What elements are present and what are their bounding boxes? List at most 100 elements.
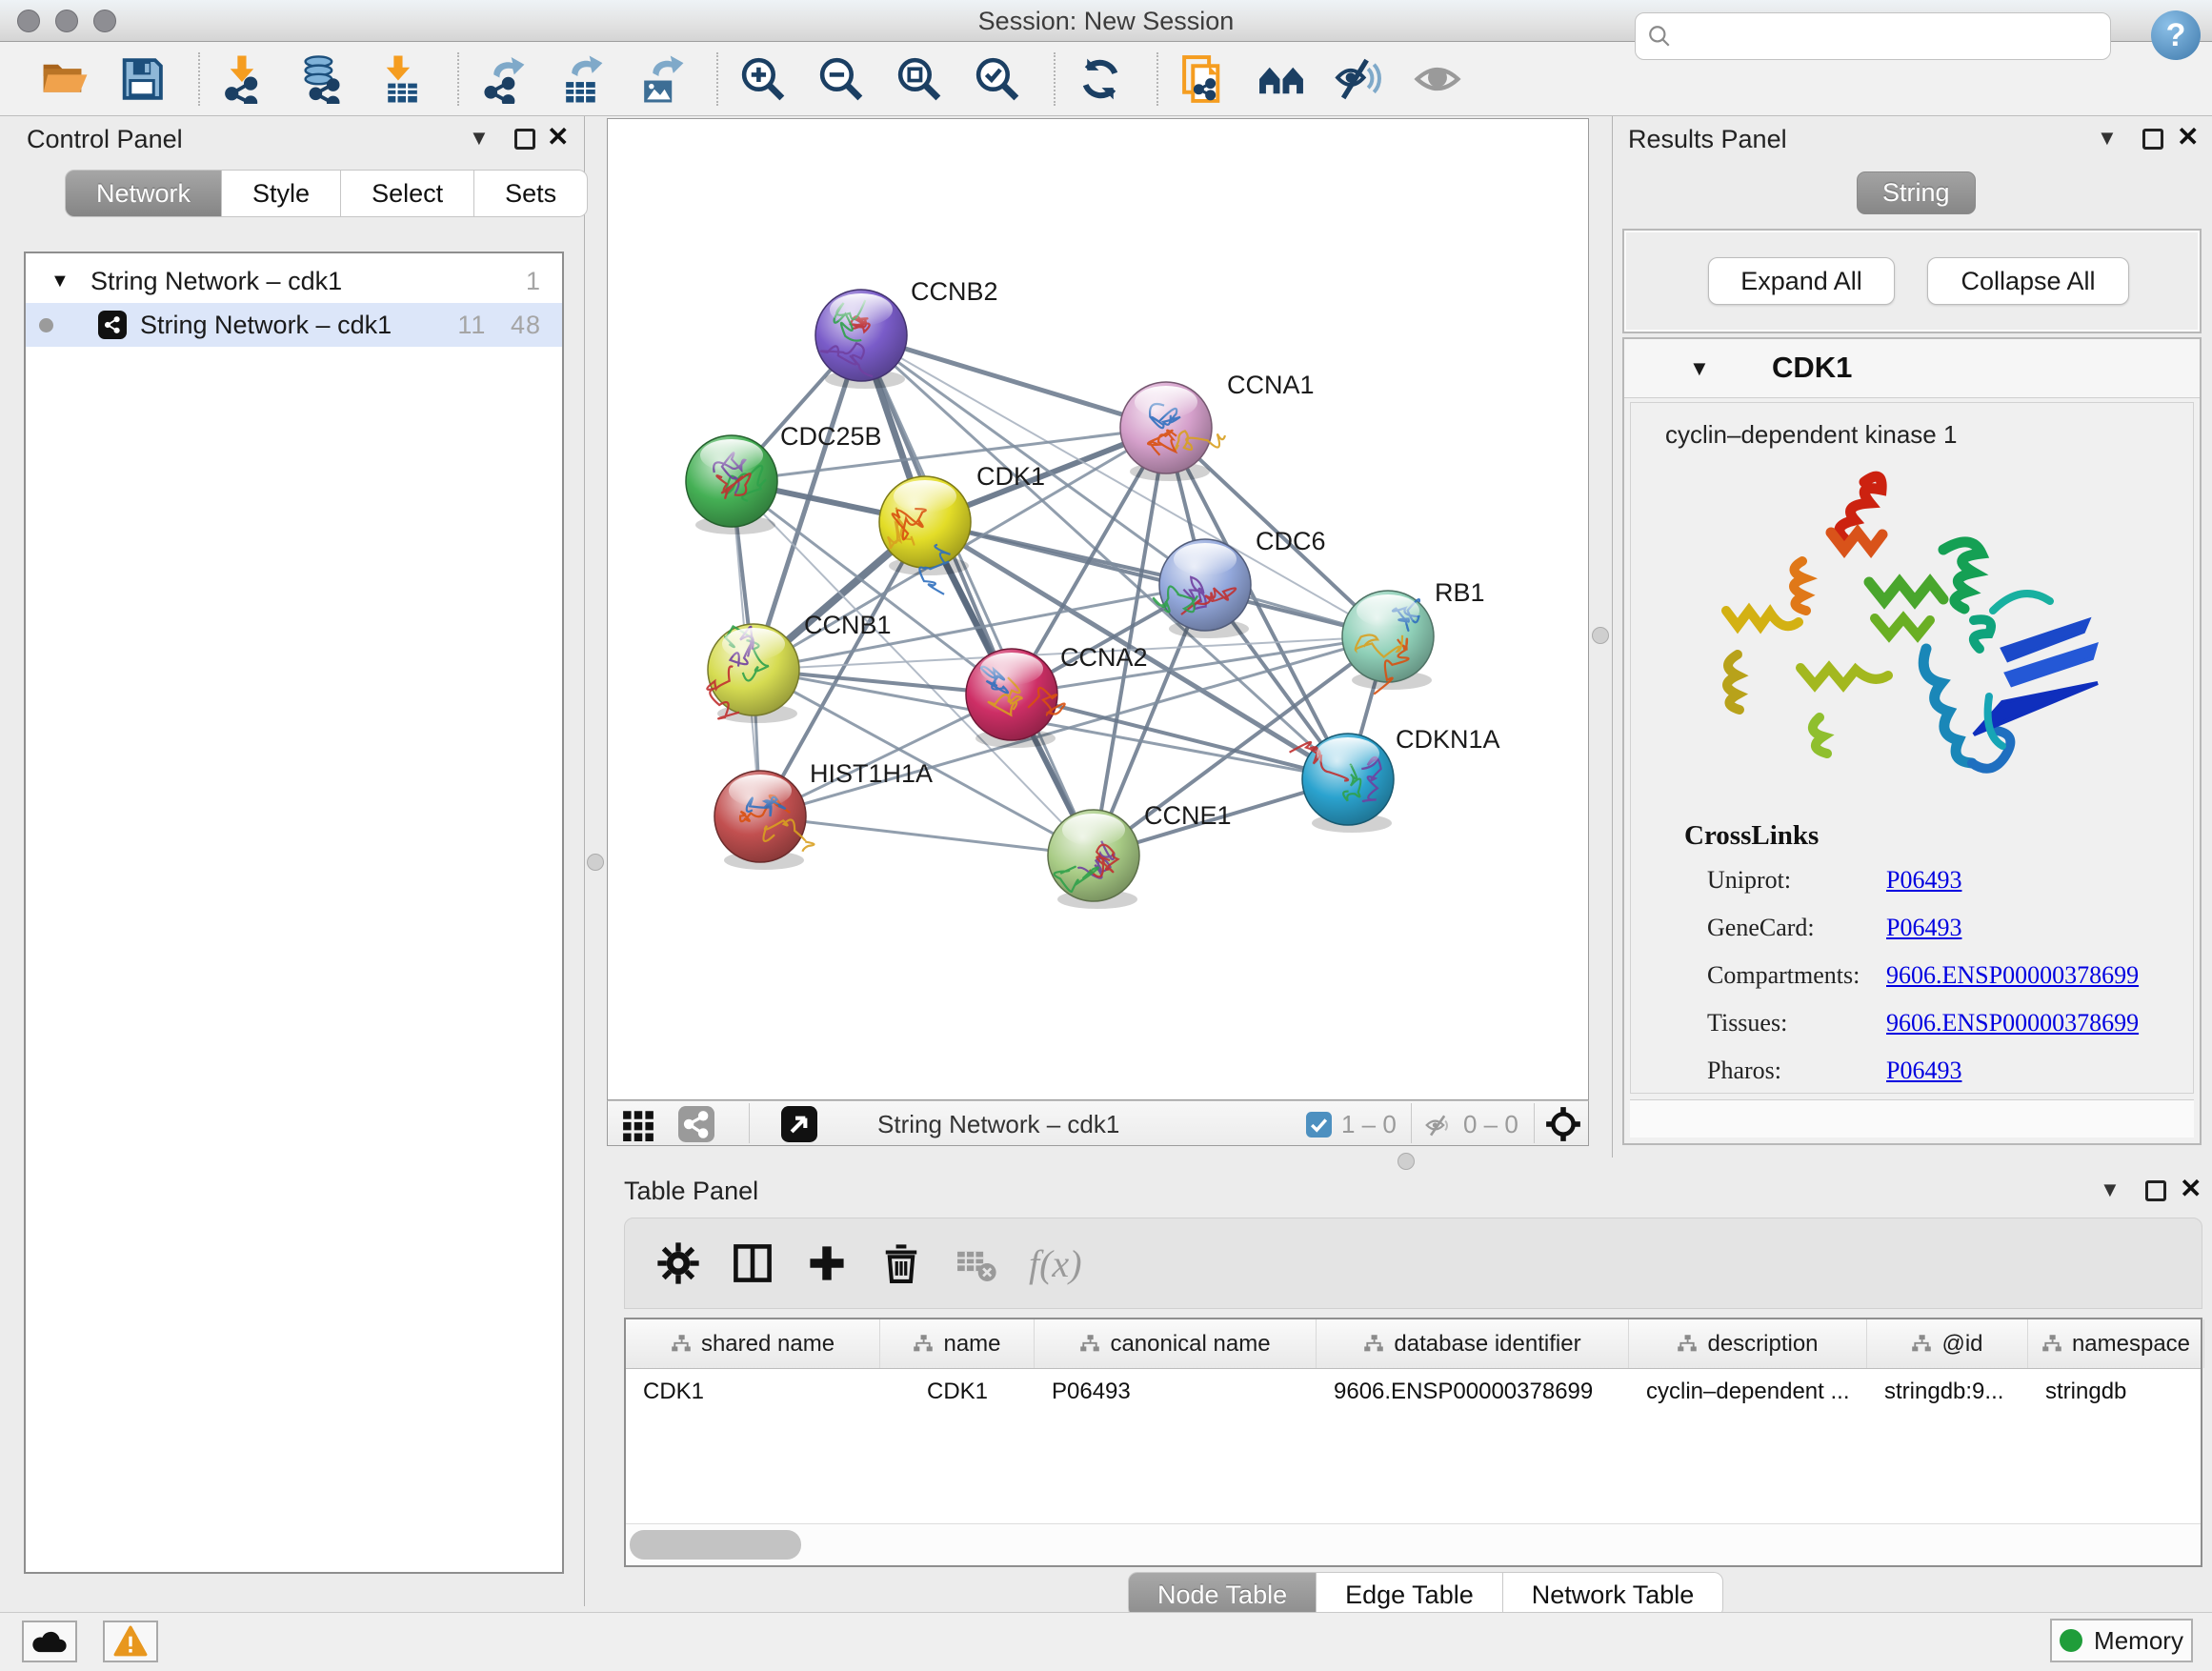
panel-collapse-icon[interactable]: ▼	[2100, 1178, 2121, 1202]
save-session-icon[interactable]	[114, 51, 170, 107]
refresh-icon[interactable]	[1073, 51, 1128, 107]
splitter-handle[interactable]	[1398, 1153, 1415, 1170]
table-cell[interactable]: cyclin–dependent ...	[1629, 1369, 1867, 1417]
node-label-CDK1: CDK1	[976, 462, 1045, 491]
memory-button[interactable]: Memory	[2050, 1619, 2193, 1662]
panel-float-icon[interactable]	[2145, 1180, 2166, 1201]
crosslink-link[interactable]: 9606.ENSP00000378699	[1886, 961, 2139, 990]
grid-view-icon[interactable]	[621, 1107, 655, 1146]
splitter-handle[interactable]	[1592, 627, 1609, 644]
network-node-HIST1H1A[interactable]: HIST1H1A	[714, 759, 933, 870]
table-horizontal-scrollbar[interactable]	[626, 1523, 2201, 1565]
panel-float-icon[interactable]	[2142, 129, 2163, 150]
section-expander-icon[interactable]: ▼	[1689, 356, 1710, 381]
string-view-icon[interactable]	[678, 1106, 714, 1147]
crosslink-link[interactable]: P06493	[1886, 1057, 1961, 1085]
table-cell[interactable]: 9606.ENSP00000378699	[1317, 1369, 1629, 1417]
panel-close-icon[interactable]: ✕	[2177, 121, 2199, 152]
scrollbar-handle[interactable]	[630, 1530, 801, 1560]
column-header--id[interactable]: @id	[1867, 1319, 2028, 1368]
network-canvas[interactable]: CCNB2CCNA1CDC25BCDK1CDC6RB1CCNB1CCNA2CDK…	[607, 118, 1589, 1100]
first-neighbors-icon[interactable]	[1254, 51, 1309, 107]
import-network-icon[interactable]	[217, 51, 272, 107]
protein-section-header[interactable]: ▼ CDK1	[1624, 339, 2200, 398]
export-table-icon[interactable]	[554, 51, 610, 107]
crosslink-link[interactable]: P06493	[1886, 866, 1961, 895]
tab-sets[interactable]: Sets	[474, 170, 588, 217]
tab-string[interactable]: String	[1857, 171, 1976, 214]
clone-network-icon[interactable]	[1176, 51, 1231, 107]
table-cell[interactable]: CDK1	[880, 1369, 1035, 1417]
show-all-icon[interactable]	[1410, 51, 1465, 107]
network-node-CCNA1[interactable]: CCNA1	[1120, 371, 1315, 481]
column-header-shared-name[interactable]: shared name	[626, 1319, 880, 1368]
search-box[interactable]	[1635, 12, 2111, 60]
network-node-RB1[interactable]: RB1	[1342, 578, 1485, 695]
network-collection-row[interactable]: ▼ String Network – cdk1 1	[26, 259, 562, 303]
zoom-out-icon[interactable]	[814, 51, 869, 107]
expand-all-button[interactable]: Expand All	[1708, 257, 1895, 305]
network-node-CCNB2[interactable]: CCNB2	[815, 277, 998, 389]
table-settings-gear-icon[interactable]	[650, 1235, 707, 1292]
network-graph[interactable]: CCNB2CCNA1CDC25BCDK1CDC6RB1CCNB1CCNA2CDK…	[608, 119, 1588, 1099]
network-node-CCNE1[interactable]: CCNE1	[1048, 801, 1232, 909]
protein-description: cyclin–dependent kinase 1	[1665, 420, 1957, 450]
node-label-HIST1H1A: HIST1H1A	[810, 759, 933, 788]
export-image-icon[interactable]	[633, 51, 688, 107]
network-node-CDC25B[interactable]: CDC25B	[686, 422, 882, 534]
collapse-all-button[interactable]: Collapse All	[1927, 257, 2129, 305]
tab-network-table[interactable]: Network Table	[1503, 1572, 1724, 1618]
column-header-description[interactable]: description	[1629, 1319, 1867, 1368]
network-edge-HIST1H1A-CCNE1[interactable]	[760, 816, 1094, 856]
fit-selected-crosshair-icon[interactable]	[1545, 1106, 1581, 1147]
table-cell[interactable]: stringdb:9...	[1867, 1369, 2028, 1417]
selected-node-edge-counts: 1 – 0	[1341, 1110, 1397, 1139]
tree-expander-icon[interactable]: ▼	[50, 271, 70, 292]
column-header-name[interactable]: name	[880, 1319, 1035, 1368]
search-input[interactable]	[1672, 23, 2091, 50]
crosslink-link[interactable]: 9606.ENSP00000378699	[1886, 1009, 2139, 1037]
table-cell[interactable]: CDK1	[626, 1369, 880, 1417]
network-node-CDC6[interactable]: CDC6	[1153, 527, 1325, 638]
tab-network[interactable]: Network	[65, 170, 222, 217]
function-builder-icon[interactable]: f(x)	[1029, 1241, 1082, 1286]
hide-selected-icon[interactable]	[1332, 51, 1387, 107]
delete-column-trash-icon[interactable]	[873, 1235, 930, 1292]
tab-node-table[interactable]: Node Table	[1128, 1572, 1317, 1618]
export-network-icon[interactable]	[476, 51, 532, 107]
column-header-namespace[interactable]: namespace	[2028, 1319, 2204, 1368]
panel-close-icon[interactable]: ✕	[2180, 1173, 2202, 1204]
hidden-eye-slash-icon[interactable]	[1423, 1111, 1454, 1144]
zoom-selected-icon[interactable]	[970, 51, 1025, 107]
table-cell[interactable]: stringdb	[2028, 1369, 2204, 1417]
panel-float-icon[interactable]	[514, 129, 535, 150]
add-column-plus-icon[interactable]	[798, 1235, 855, 1292]
tab-edge-table[interactable]: Edge Table	[1317, 1572, 1503, 1618]
panel-collapse-icon[interactable]: ▼	[469, 126, 490, 151]
table-row[interactable]: CDK1CDK1P064939606.ENSP00000378699cyclin…	[626, 1369, 2201, 1417]
panel-collapse-icon[interactable]: ▼	[2097, 126, 2118, 151]
column-header-database-identifier[interactable]: database identifier	[1317, 1319, 1629, 1368]
panel-close-icon[interactable]: ✕	[547, 121, 569, 152]
show-columns-icon[interactable]	[724, 1235, 781, 1292]
zoom-in-icon[interactable]	[735, 51, 791, 107]
splitter-handle[interactable]	[587, 854, 604, 871]
selected-checkbox-icon[interactable]	[1306, 1112, 1332, 1142]
delete-table-icon[interactable]	[947, 1235, 1004, 1292]
import-table-icon[interactable]	[373, 51, 429, 107]
crosslink-link[interactable]: P06493	[1886, 914, 1961, 942]
open-session-icon[interactable]	[36, 51, 91, 107]
help-icon[interactable]: ?	[2151, 10, 2201, 60]
column-header-canonical-name[interactable]: canonical name	[1035, 1319, 1317, 1368]
tab-style[interactable]: Style	[222, 170, 341, 217]
network-row[interactable]: String Network – cdk1 11 48	[26, 303, 562, 347]
network-edge-CCNB2-CCNA1[interactable]	[861, 335, 1166, 428]
results-scrollbar[interactable]	[1630, 1099, 2194, 1137]
zoom-fit-icon[interactable]	[892, 51, 947, 107]
warning-button[interactable]	[103, 1621, 158, 1662]
cloud-button[interactable]	[22, 1621, 77, 1662]
import-database-icon[interactable]	[295, 51, 351, 107]
table-cell[interactable]: P06493	[1035, 1369, 1317, 1417]
tab-select[interactable]: Select	[341, 170, 474, 217]
birds-eye-view-icon[interactable]	[781, 1106, 817, 1147]
